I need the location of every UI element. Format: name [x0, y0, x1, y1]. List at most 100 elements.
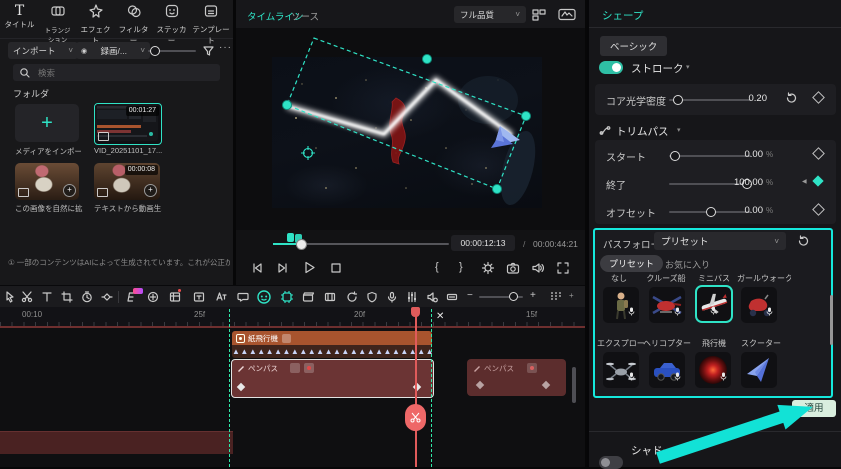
- mic-icon[interactable]: [386, 291, 398, 303]
- import-media-tile[interactable]: +: [15, 104, 79, 142]
- add-to-timeline-icon[interactable]: +: [63, 184, 76, 197]
- nav-sticker[interactable]: ステッカー: [153, 3, 190, 46]
- ai-assistant-icon[interactable]: [257, 290, 271, 304]
- clip-penpath-right[interactable]: ペンパス: [467, 359, 566, 396]
- nav-effect[interactable]: エフェクト: [77, 3, 114, 46]
- shield-icon[interactable]: [366, 291, 378, 303]
- quality-dropdown[interactable]: フル品質 ˅: [454, 6, 526, 23]
- trimpath-collapse-icon[interactable]: ▾: [677, 126, 681, 134]
- split-scissors-badge[interactable]: [405, 404, 426, 431]
- scene-detect-icon[interactable]: [324, 291, 336, 303]
- playhead-head[interactable]: [411, 307, 420, 317]
- add-track-button[interactable]: +: [569, 291, 574, 300]
- preset-tile-car[interactable]: [649, 352, 685, 388]
- clapper-icon[interactable]: [302, 291, 314, 303]
- preset-scrollbar[interactable]: [830, 295, 833, 345]
- tab-favorites[interactable]: お気に入り: [665, 258, 710, 271]
- prev-frame-button[interactable]: [250, 261, 264, 275]
- select-tool-icon[interactable]: [4, 291, 16, 303]
- media-clip-textgen[interactable]: 00:00:08 +: [94, 163, 160, 200]
- stroke-collapse-icon[interactable]: ▾: [686, 63, 690, 71]
- clip-lower-track[interactable]: [0, 431, 233, 454]
- nav-filter[interactable]: フィルター: [115, 3, 152, 46]
- smart-edit-icon[interactable]: [280, 290, 294, 304]
- loop-icon[interactable]: [346, 291, 358, 303]
- preset-dropdown[interactable]: プリセット ˅: [654, 232, 786, 250]
- keyframe-tool-icon[interactable]: [101, 291, 113, 303]
- preset-tile-airplane-selected[interactable]: [695, 285, 733, 323]
- trim-boundary-left[interactable]: [229, 309, 230, 467]
- layout-grid-icon[interactable]: [532, 8, 547, 21]
- stop-button[interactable]: [329, 261, 343, 275]
- audio-settings-icon[interactable]: [426, 291, 438, 303]
- timeline-scrollbar[interactable]: [572, 367, 576, 403]
- reset-icon[interactable]: [785, 92, 797, 104]
- pathfollow-reset-icon[interactable]: [797, 235, 809, 247]
- add-to-timeline-icon[interactable]: +: [144, 184, 157, 197]
- clip-paper-airplane[interactable]: 紙飛行機 ▲▲▲▲▲▲▲▲▲▲▲▲▲▲▲▲▲▲▲▲▲▲▲▲▲▲▲▲▲▲▲▲▲▲▲…: [232, 331, 432, 358]
- stroke-toggle[interactable]: [599, 61, 623, 74]
- nav-template[interactable]: テンプレート: [191, 3, 231, 46]
- nav-transition[interactable]: トランジション: [39, 3, 76, 46]
- mark-out-button[interactable]: }: [459, 261, 463, 273]
- more-options-button[interactable]: ···: [219, 42, 232, 53]
- clip-type-icon: [18, 188, 29, 197]
- mark-in-button[interactable]: {: [435, 261, 439, 273]
- play-button[interactable]: [302, 260, 317, 275]
- preview-size-slider[interactable]: [148, 44, 196, 56]
- speed-clock-icon[interactable]: [81, 291, 93, 303]
- speech-bubble-icon[interactable]: [237, 291, 249, 303]
- media-clip-expand[interactable]: +: [15, 163, 79, 200]
- filter-funnel-icon[interactable]: [202, 44, 215, 57]
- nav-title[interactable]: T タイトル: [1, 3, 38, 30]
- preset-tile-radar[interactable]: [695, 352, 731, 388]
- basic-tab[interactable]: ベーシック: [600, 36, 667, 56]
- keyframe-diamond[interactable]: [237, 383, 245, 391]
- compound-clip-icon[interactable]: [147, 291, 159, 303]
- crop-icon[interactable]: [61, 291, 73, 303]
- import-dropdown[interactable]: インポート ˅: [8, 42, 78, 59]
- zoom-out-button[interactable]: −: [467, 290, 473, 301]
- playhead-line[interactable]: [415, 307, 417, 467]
- track-manage-icon[interactable]: [549, 291, 562, 303]
- clip-textgen-label: テキストから動画生...: [94, 203, 162, 214]
- keyframe-diamond[interactable]: [542, 381, 550, 389]
- clip-range-marker[interactable]: [287, 233, 294, 242]
- search-input[interactable]: [36, 67, 200, 79]
- shadow-toggle[interactable]: [599, 456, 623, 469]
- preset-tile-scooter[interactable]: [741, 287, 777, 323]
- prev-keyframe-icon[interactable]: ◀: [802, 178, 807, 185]
- timeline-ruler[interactable]: 00:10 25f 20f 15f: [0, 307, 585, 326]
- preset-tile-drone[interactable]: [603, 352, 639, 388]
- render-preview-icon[interactable]: [169, 291, 181, 303]
- preset-tile-helicopter[interactable]: [649, 287, 685, 323]
- auto-caption-icon[interactable]: [215, 291, 227, 303]
- tab-source[interactable]: ソース: [291, 9, 319, 23]
- keyframe-diamond[interactable]: [476, 381, 484, 389]
- close-selection-button[interactable]: ✕: [436, 311, 444, 322]
- fit-timeline-icon[interactable]: [446, 291, 458, 303]
- volume-icon[interactable]: [531, 261, 545, 275]
- apply-button[interactable]: 適用: [792, 400, 836, 417]
- split-scissors-icon[interactable]: [21, 291, 33, 303]
- settings-gear-icon[interactable]: [481, 261, 495, 275]
- trim-boundary-right[interactable]: [431, 309, 432, 467]
- fullscreen-icon[interactable]: [556, 261, 570, 275]
- scopes-icon[interactable]: [558, 8, 576, 21]
- record-dropdown[interactable]: ◉ 録画/... ˅: [76, 42, 150, 59]
- text-tool-icon[interactable]: [41, 291, 53, 303]
- next-frame-button[interactable]: [276, 261, 290, 275]
- audio-mixer-icon[interactable]: [406, 291, 418, 303]
- text-template-icon[interactable]: [193, 291, 205, 303]
- preset-tile-paperplane[interactable]: [741, 352, 777, 388]
- preset-tile-explorer[interactable]: [603, 287, 639, 323]
- seek-knob[interactable]: [296, 239, 307, 250]
- tab-preset[interactable]: プリセット: [600, 255, 663, 272]
- snapshot-camera-icon[interactable]: [506, 261, 520, 275]
- clip-penpath-selected[interactable]: ペンパス: [231, 359, 434, 398]
- media-clip-vid[interactable]: 00:01:27: [94, 103, 162, 145]
- search-box[interactable]: [13, 64, 220, 81]
- zoom-in-button[interactable]: +: [530, 290, 536, 301]
- shadow-collapse-icon[interactable]: ▾: [679, 445, 683, 453]
- timeline-zoom-slider[interactable]: [479, 295, 523, 299]
